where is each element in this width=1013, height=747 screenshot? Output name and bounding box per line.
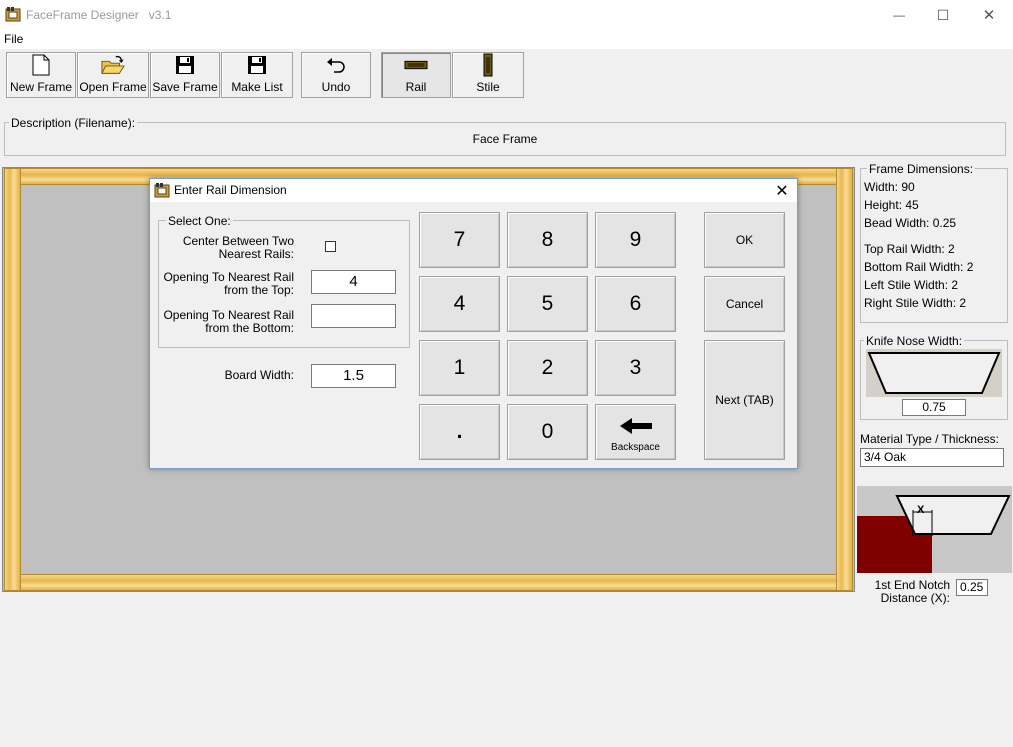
description-label: Description (Filename): xyxy=(9,116,138,130)
undo-label: Undo xyxy=(321,80,351,94)
minimize-button[interactable]: — xyxy=(876,0,922,30)
right-stile-width-value: Right Stile Width: 2 xyxy=(864,296,967,310)
dialog-title-bar: Enter Rail Dimension ✕ xyxy=(150,179,797,202)
close-icon: ✕ xyxy=(982,7,996,24)
backspace-label: Backspace xyxy=(611,441,660,453)
key-3[interactable]: 3 xyxy=(595,340,676,396)
floppy-disk-icon xyxy=(245,53,269,77)
center-between-checkbox[interactable] xyxy=(325,241,336,252)
stile-button[interactable]: Stile xyxy=(452,52,524,98)
undo-button[interactable]: Undo xyxy=(301,52,371,98)
close-icon: ✕ xyxy=(775,183,789,200)
key-0[interactable]: 0 xyxy=(507,404,588,460)
new-file-icon xyxy=(29,53,53,77)
open-folder-icon xyxy=(101,53,125,77)
next-tab-button[interactable]: Next (TAB) xyxy=(704,340,785,460)
make-list-button[interactable]: Make List xyxy=(221,52,293,98)
left-stile-width-value: Left Stile Width: 2 xyxy=(864,278,959,292)
key-7[interactable]: 7 xyxy=(419,212,500,268)
floppy-disk-icon xyxy=(173,53,197,77)
cancel-button[interactable]: Cancel xyxy=(704,276,785,332)
opening-top-label: Opening To Nearest Rail from the Top: xyxy=(163,270,294,297)
key-8[interactable]: 8 xyxy=(507,212,588,268)
left-stile[interactable] xyxy=(4,168,21,591)
app-icon xyxy=(5,7,21,23)
rail-label: Rail xyxy=(405,80,427,94)
knife-nose-label: Knife Nose Width: xyxy=(864,334,965,348)
frame-dimensions-label: Frame Dimensions: xyxy=(867,162,976,176)
knife-nose-input[interactable]: 0.75 xyxy=(902,399,966,416)
notch-label: 1st End Notch Distance (X): xyxy=(874,578,950,605)
menu-file[interactable]: File xyxy=(4,32,23,46)
opening-bottom-label: Opening To Nearest Rail from the Bottom: xyxy=(163,308,294,335)
minimize-icon: — xyxy=(893,8,905,22)
notch-distance-input[interactable]: 0.25 xyxy=(956,579,988,596)
height-value: Height: 45 xyxy=(864,198,919,212)
save-frame-label: Save Frame xyxy=(152,80,218,94)
key-decimal[interactable]: . xyxy=(419,404,500,460)
title-bar: FaceFrame Designer v3.1 — ☐ ✕ xyxy=(0,0,1013,30)
key-1[interactable]: 1 xyxy=(419,340,500,396)
material-label: Material Type / Thickness: xyxy=(860,432,999,446)
menu-bar: File xyxy=(0,30,1013,49)
undo-icon xyxy=(324,53,348,77)
new-frame-button[interactable]: New Frame xyxy=(6,52,76,98)
dialog-app-icon xyxy=(154,183,170,199)
notch-diagram: X xyxy=(857,486,1012,573)
dialog-title: Enter Rail Dimension xyxy=(174,183,287,197)
stile-label: Stile xyxy=(476,80,500,94)
new-frame-label: New Frame xyxy=(9,80,72,94)
bottom-rail[interactable] xyxy=(4,574,853,591)
key-4[interactable]: 4 xyxy=(419,276,500,332)
key-2[interactable]: 2 xyxy=(507,340,588,396)
open-frame-button[interactable]: Open Frame xyxy=(77,52,149,98)
description-value: Face Frame xyxy=(472,132,538,146)
select-one-label: Select One: xyxy=(166,214,233,228)
width-value: Width: 90 xyxy=(864,180,915,194)
opening-bottom-input[interactable] xyxy=(311,304,396,328)
opening-top-input[interactable]: 4 xyxy=(311,270,396,294)
top-rail-width-value: Top Rail Width: 2 xyxy=(864,242,955,256)
board-width-input[interactable]: 1.5 xyxy=(311,364,396,388)
left-arrow-icon xyxy=(619,412,653,440)
dialog-close-button[interactable]: ✕ xyxy=(772,181,792,201)
rail-icon xyxy=(404,53,428,77)
maximize-icon: ☐ xyxy=(936,6,950,23)
notch-x-marker: X xyxy=(917,504,925,516)
make-list-label: Make List xyxy=(231,80,283,94)
center-between-label: Center Between Two Nearest Rails: xyxy=(182,234,294,261)
close-button[interactable]: ✕ xyxy=(966,0,1012,30)
key-9[interactable]: 9 xyxy=(595,212,676,268)
board-width-label: Board Width: xyxy=(224,368,294,382)
key-5[interactable]: 5 xyxy=(507,276,588,332)
bottom-rail-width-value: Bottom Rail Width: 2 xyxy=(864,260,974,274)
stile-icon xyxy=(476,53,500,77)
key-6[interactable]: 6 xyxy=(595,276,676,332)
ok-button[interactable]: OK xyxy=(704,212,785,268)
open-frame-label: Open Frame xyxy=(79,80,147,94)
enter-rail-dimension-dialog: Enter Rail Dimension ✕ Select One: Cente… xyxy=(149,178,798,469)
bead-width-value: Bead Width: 0.25 xyxy=(864,216,957,230)
knife-nose-diagram xyxy=(866,349,1002,397)
window-title: FaceFrame Designer v3.1 xyxy=(26,8,172,22)
save-frame-button[interactable]: Save Frame xyxy=(150,52,220,98)
rail-button[interactable]: Rail xyxy=(381,52,451,98)
material-input[interactable]: 3/4 Oak xyxy=(860,448,1004,467)
maximize-button[interactable]: ☐ xyxy=(920,0,966,30)
right-stile[interactable] xyxy=(836,168,853,591)
backspace-button[interactable]: Backspace xyxy=(595,404,676,460)
